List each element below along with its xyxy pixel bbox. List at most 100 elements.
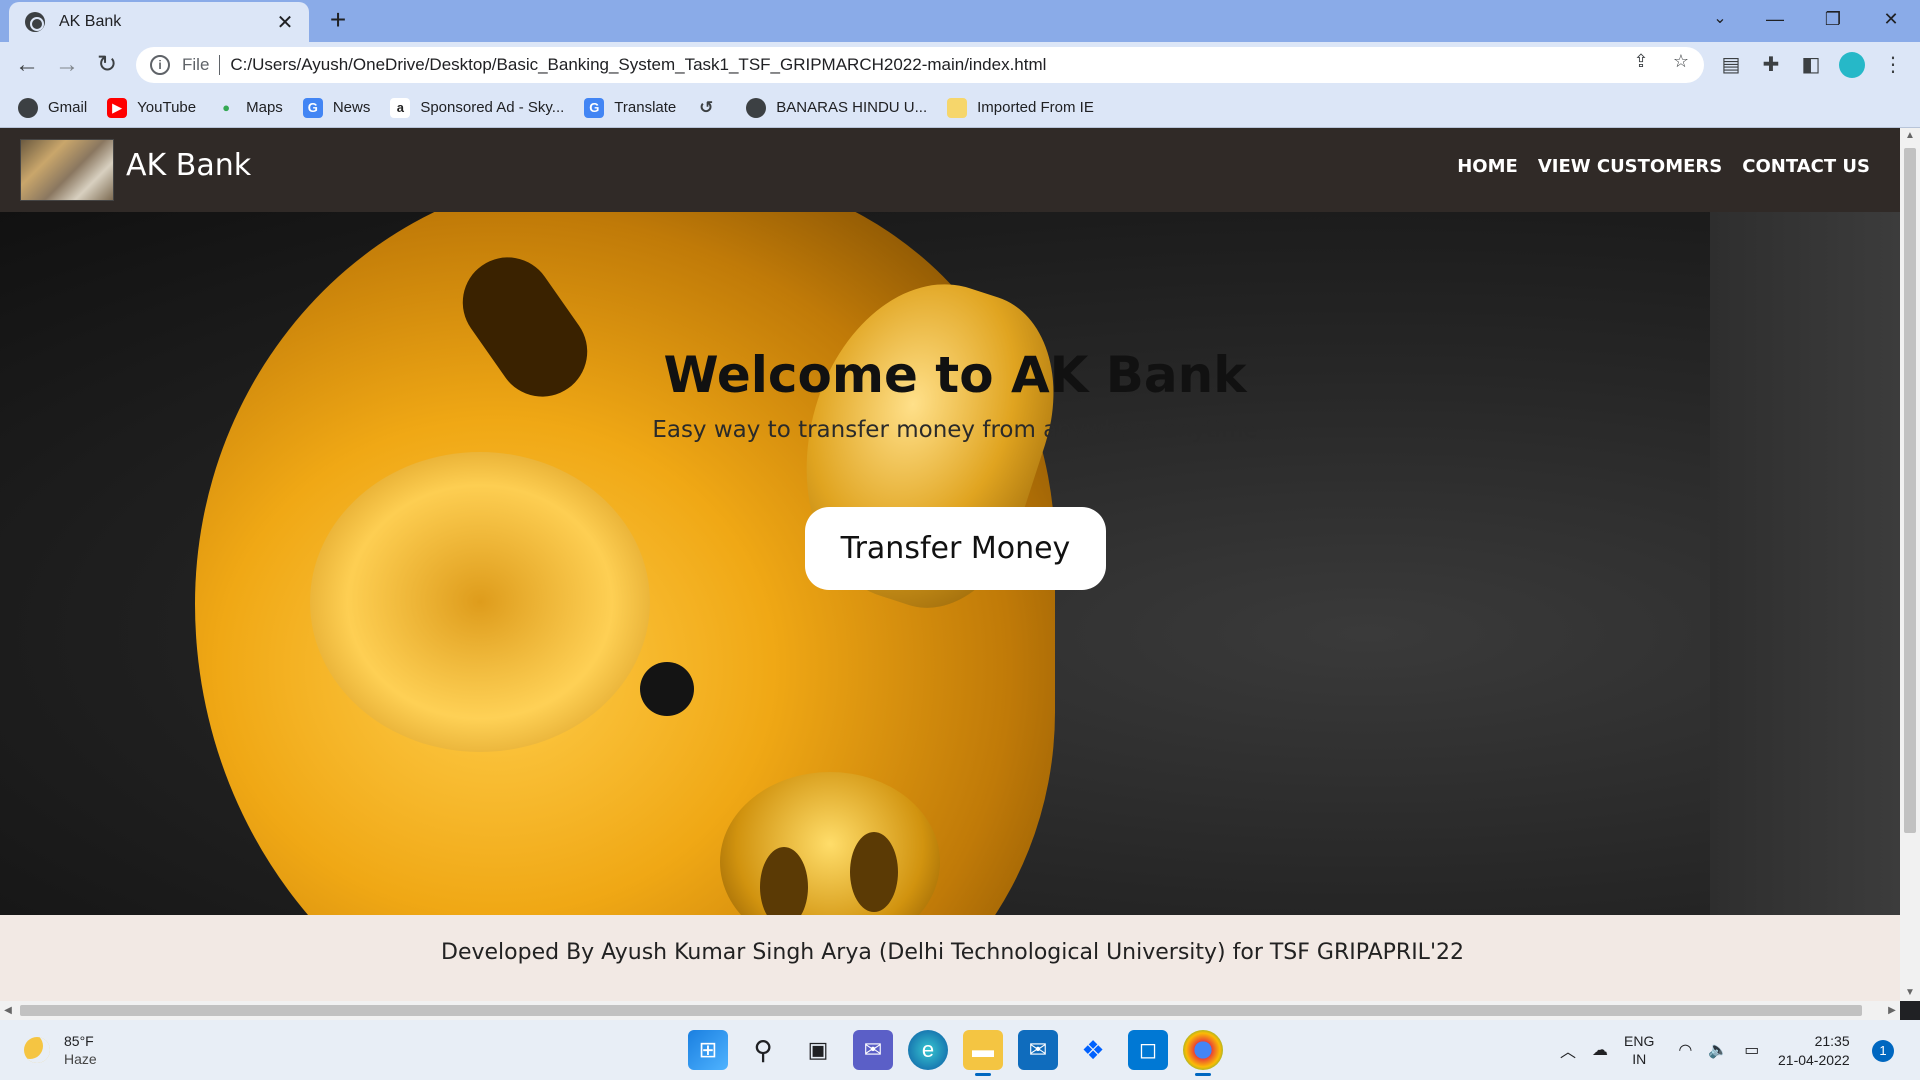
bookmark-translate[interactable]: G Translate [584,97,676,118]
bookmark-label: Gmail [48,99,88,116]
region-code: IN [1632,1051,1647,1067]
bookmark-gmail[interactable]: Gmail [18,97,88,118]
onedrive-cloud-icon[interactable]: ☁ [1592,1040,1608,1060]
taskbar-apps: ⊞ ⚲ ▣ ✉ e ▬ ✉ ❖ ◻ [688,1030,1238,1076]
new-tab-button[interactable]: + [322,5,354,37]
globe-icon [18,97,38,118]
bookmark-label: YouTube [137,99,197,116]
bookmark-news[interactable]: G News [302,97,370,118]
bookmark-star-icon[interactable]: ☆ [1670,50,1692,72]
news-icon: G [302,97,323,118]
teams-chat-icon[interactable]: ✉ [853,1030,893,1070]
url-text[interactable]: C:/Users/Ayush/OneDrive/Desktop/Basic_Ba… [230,55,1046,75]
dropbox-icon[interactable]: ❖ [1073,1030,1113,1070]
system-tray: ︿ ☁ ENG IN ◠ 🔈 ▭ [1560,1032,1775,1068]
scroll-left-arrow-icon[interactable]: ◀ [0,1001,16,1020]
url-scheme: File [182,55,210,74]
scroll-up-arrow-icon[interactable]: ▲ [1900,128,1920,144]
battery-icon[interactable]: ▭ [1744,1040,1759,1060]
vertical-scrollbar[interactable]: ▲ ▼ [1900,128,1920,1001]
wifi-icon[interactable]: ◠ [1678,1040,1692,1060]
page-viewport: AK Bank HOME VIEW CUSTOMERS CONTACT US W… [0,128,1900,1001]
clock-time: 21:35 [1814,1033,1850,1049]
bookmark-label: Maps [246,99,283,116]
browser-titlebar: AK Bank ✕ + ⌄ — ❐ ✕ [0,0,1920,42]
bookmark-banaras-hindu[interactable]: BANARAS HINDU U... [746,97,928,118]
translate-icon: G [584,97,605,118]
bookmark-label: Imported From IE [977,99,1094,116]
search-icon[interactable]: ⚲ [743,1030,783,1070]
language-indicator[interactable]: ENG IN [1624,1032,1654,1068]
forward-button[interactable]: → [50,49,84,83]
windows-taskbar: 85°F Haze ⊞ ⚲ ▣ ✉ e ▬ ✉ ❖ ◻ ︿ ☁ ENG IN ◠… [0,1020,1920,1080]
weather-temperature: 85°F [64,1033,94,1049]
site-nav-links: HOME VIEW CUSTOMERS CONTACT US [1437,156,1870,177]
piggy-bank-nostril [850,832,898,912]
reading-list-icon[interactable]: ▤ [1718,52,1744,78]
share-icon[interactable]: ⇪ [1630,50,1652,72]
vertical-scroll-thumb[interactable] [1904,148,1916,833]
close-tab-icon[interactable]: ✕ [273,10,297,35]
file-explorer-icon[interactable]: ▬ [963,1030,1003,1076]
nav-link-view-customers[interactable]: VIEW CUSTOMERS [1538,156,1722,177]
info-icon[interactable]: i [150,55,170,75]
youtube-icon: ▶ [107,97,128,118]
browser-tab-active[interactable]: AK Bank ✕ [9,2,309,42]
weather-condition: Haze [64,1051,97,1067]
amazon-icon: a [390,97,411,118]
moon-haze-icon [24,1037,50,1063]
site-logo-image[interactable] [20,139,114,201]
windows-start-icon[interactable]: ⊞ [688,1030,728,1070]
reload-button[interactable]: ↻ [90,49,124,83]
side-panel-icon[interactable]: ◧ [1798,52,1824,78]
close-window-button[interactable]: ✕ [1862,0,1920,40]
site-navbar: AK Bank HOME VIEW CUSTOMERS CONTACT US [0,128,1900,212]
bookmark-label: Sponsored Ad - Sky... [420,99,565,116]
hero-subtitle: Easy way to transfer money from anywhere… [652,417,1258,443]
bookmark-imported-from-ie[interactable]: Imported From IE [947,97,1094,118]
edge-browser-icon[interactable]: e [908,1030,948,1070]
mail-icon[interactable]: ✉ [1018,1030,1058,1070]
chrome-icon[interactable] [1183,1030,1223,1076]
site-brand[interactable]: AK Bank [126,148,251,183]
chevron-up-icon[interactable]: ︿ [1560,1038,1576,1062]
tab-title: AK Bank [59,13,122,30]
restore-button[interactable]: ❐ [1804,0,1862,40]
tab-search-icon[interactable]: ⌄ [1700,0,1740,40]
volume-icon[interactable]: 🔈 [1708,1040,1728,1060]
piggy-bank-eye [640,662,694,716]
extensions-icon[interactable]: ✚ [1758,52,1784,78]
bookmark-maps[interactable]: ● Maps [216,98,283,118]
scroll-down-arrow-icon[interactable]: ▼ [1900,985,1920,1001]
minimize-button[interactable]: — [1746,0,1804,40]
store-app-icon[interactable]: ◻ [1128,1030,1168,1070]
scroll-right-arrow-icon[interactable]: ▶ [1884,1001,1900,1020]
nav-link-contact-us[interactable]: CONTACT US [1742,156,1870,177]
bookmark-history[interactable]: ↺ [696,98,726,118]
hero-title: Welcome to AK Bank [663,346,1247,404]
nav-link-home[interactable]: HOME [1457,156,1518,177]
address-bar[interactable]: i File C:/Users/Ayush/OneDrive/Desktop/B… [136,47,1704,83]
notification-badge[interactable]: 1 [1872,1040,1894,1062]
weather-widget[interactable]: 85°F Haze [24,1032,97,1068]
divider [219,55,221,75]
language-code: ENG [1624,1033,1655,1049]
footer-credit: Developed By Ayush Kumar Singh Arya (Del… [441,940,1464,965]
globe-icon [746,97,767,118]
taskbar-clock[interactable]: 21:35 21-04-2022 [1778,1032,1850,1070]
menu-icon[interactable]: ⋮ [1880,52,1906,78]
globe-icon [25,12,45,32]
horizontal-scroll-thumb[interactable] [20,1005,1862,1016]
transfer-money-button[interactable]: Transfer Money [805,507,1106,590]
bookmark-youtube[interactable]: ▶ YouTube [107,97,197,118]
bookmarks-bar: Gmail ▶ YouTube ● Maps G News a Sponsore… [0,88,1920,128]
task-view-icon[interactable]: ▣ [798,1030,838,1070]
folder-icon [947,97,968,118]
bookmark-label: BANARAS HINDU U... [776,99,928,116]
piggy-bank-eye-area [310,452,650,752]
profile-avatar[interactable] [1839,52,1865,78]
horizontal-scrollbar[interactable]: ◀ ▶ [0,1001,1900,1020]
bookmark-sponsored-ad[interactable]: a Sponsored Ad - Sky... [390,97,565,118]
hero-side-panel [1710,212,1900,915]
back-button[interactable]: ← [10,49,44,83]
